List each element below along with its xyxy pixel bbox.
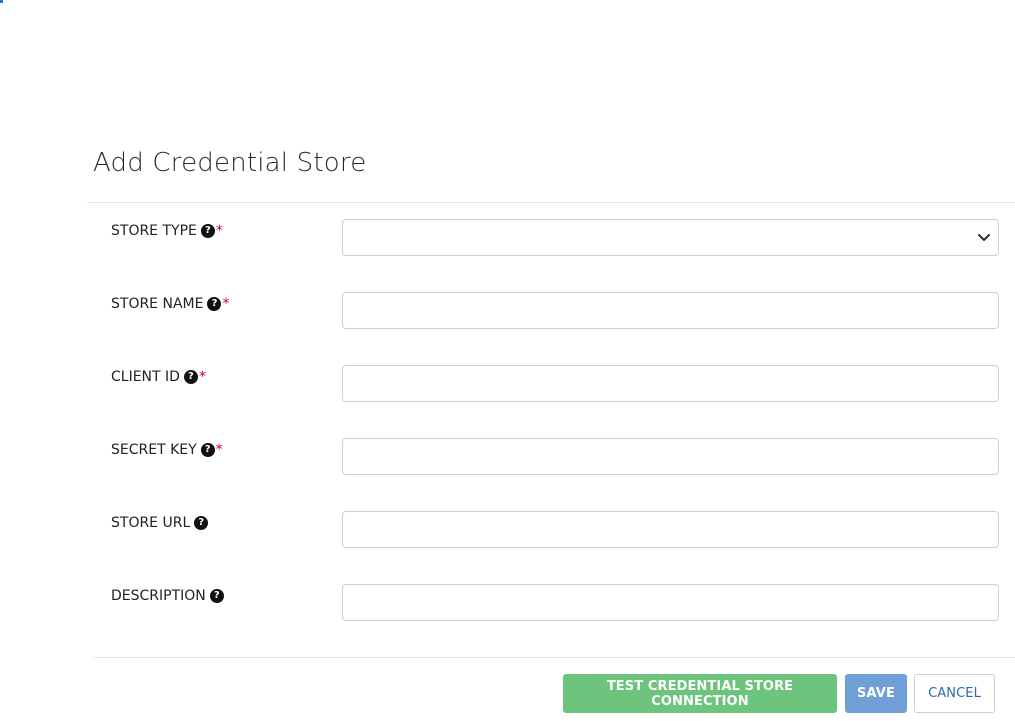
cancel-button[interactable]: CANCEL xyxy=(914,674,995,713)
store-type-label-text: STORE TYPE xyxy=(111,223,197,239)
add-credential-store-page: Add Credential Store STORE TYPE ? * STOR… xyxy=(0,0,1015,721)
required-marker: * xyxy=(215,223,223,239)
store-type-label: STORE TYPE ? * xyxy=(111,223,223,239)
client-id-label: CLIENT ID ? * xyxy=(111,369,206,385)
question-circle-icon[interactable]: ? xyxy=(200,443,215,457)
question-circle-icon[interactable]: ? xyxy=(194,516,209,530)
store-type-select-wrap[interactable] xyxy=(342,219,999,256)
store-url-label: STORE URL ? xyxy=(111,515,209,531)
store-url-label-text: STORE URL xyxy=(111,515,191,531)
chevron-down-icon xyxy=(978,234,990,241)
description-label: DESCRIPTION ? xyxy=(111,588,224,604)
client-id-label-text: CLIENT ID xyxy=(111,369,180,385)
store-type-select[interactable] xyxy=(342,219,999,256)
question-circle-icon[interactable]: ? xyxy=(209,589,224,603)
footer-divider xyxy=(93,657,1015,658)
corner-marker xyxy=(0,0,3,3)
question-circle-icon[interactable]: ? xyxy=(200,224,215,238)
store-url-input[interactable] xyxy=(342,511,999,548)
description-label-text: DESCRIPTION xyxy=(111,588,206,604)
client-id-input[interactable] xyxy=(342,365,999,402)
required-marker: * xyxy=(198,369,206,385)
description-input[interactable] xyxy=(342,584,999,621)
question-circle-icon[interactable]: ? xyxy=(207,297,222,311)
form-row-store-name: STORE NAME ? * xyxy=(111,292,999,329)
save-button[interactable]: SAVE xyxy=(845,674,907,713)
secret-key-label: SECRET KEY ? * xyxy=(111,442,223,458)
store-name-input[interactable] xyxy=(342,292,999,329)
form-row-store-type: STORE TYPE ? * xyxy=(111,219,999,256)
required-marker: * xyxy=(215,442,223,458)
form-row-client-id: CLIENT ID ? * xyxy=(111,365,999,402)
page-title: Add Credential Store xyxy=(93,148,367,178)
form-row-store-url: STORE URL ? xyxy=(111,511,999,548)
form-row-description: DESCRIPTION ? xyxy=(111,584,999,621)
header-divider xyxy=(87,202,1015,203)
store-name-label-text: STORE NAME xyxy=(111,296,204,312)
test-connection-button[interactable]: TEST CREDENTIAL STORE CONNECTION xyxy=(563,674,837,713)
question-circle-icon[interactable]: ? xyxy=(183,370,198,384)
store-name-label: STORE NAME ? * xyxy=(111,296,229,312)
form-row-secret-key: SECRET KEY ? * xyxy=(111,438,999,475)
secret-key-input[interactable] xyxy=(342,438,999,475)
secret-key-label-text: SECRET KEY xyxy=(111,442,197,458)
required-marker: * xyxy=(222,296,230,312)
